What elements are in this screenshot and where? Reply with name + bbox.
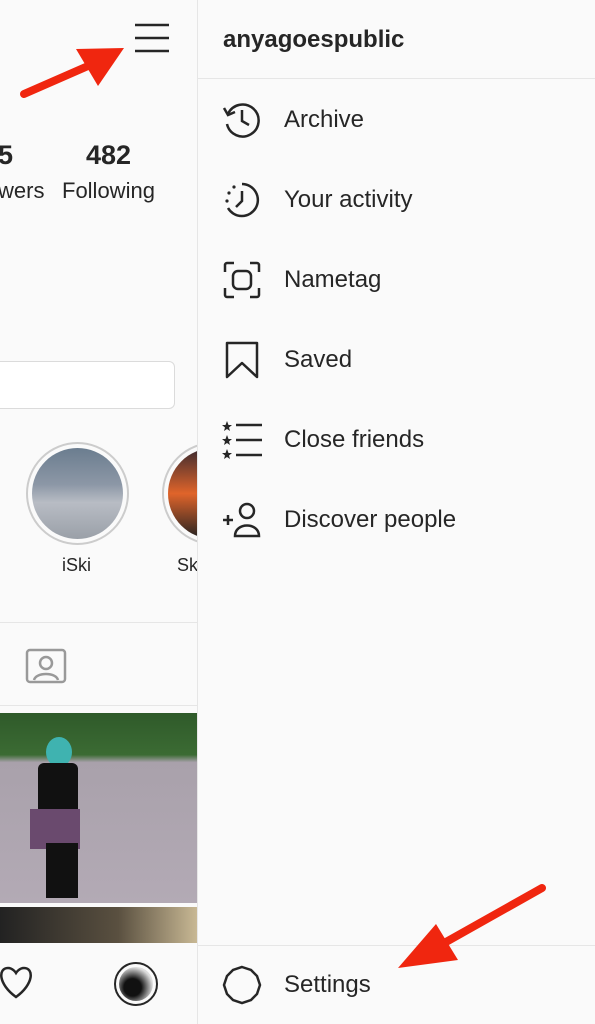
followers-count[interactable]: 5 (0, 140, 13, 171)
menu-item-label: Settings (284, 971, 371, 998)
divider (198, 78, 595, 79)
menu-item-archive[interactable]: Archive (198, 90, 595, 150)
nametag-icon (223, 261, 261, 299)
menu-item-label: Your activity (284, 186, 413, 213)
menu-item-discover-people[interactable]: Discover people (198, 490, 595, 550)
highlight-label: iSki (62, 555, 92, 575)
menu-item-close-friends[interactable]: Close friends (198, 410, 595, 470)
add-person-icon (223, 502, 261, 538)
highlight-label: Sk (177, 555, 197, 575)
followers-label[interactable]: wers (0, 178, 44, 204)
activity-icon (225, 182, 260, 218)
drawer-username: anyagoespublic (223, 26, 405, 53)
menu-item-label: Archive (284, 106, 365, 133)
highlight-sk[interactable] (162, 442, 197, 545)
archive-icon (222, 103, 260, 138)
menu-item-saved[interactable]: Saved (198, 330, 595, 390)
profile-avatar-tab[interactable] (114, 962, 158, 1006)
side-drawer-menu: anyagoespublic Archive Your activity Nam… (197, 0, 595, 1024)
highlight-iski[interactable] (26, 442, 129, 545)
heart-icon[interactable] (0, 964, 36, 1000)
menu-item-your-activity[interactable]: Your activity (198, 170, 595, 230)
menu-item-nametag[interactable]: Nametag (198, 250, 595, 310)
post-thumbnail[interactable] (0, 907, 197, 943)
annotation-arrow (20, 48, 124, 98)
menu-item-label: Saved (284, 346, 353, 373)
divider (0, 622, 197, 623)
hamburger-menu-icon[interactable] (134, 22, 170, 54)
edit-profile-button[interactable] (0, 361, 175, 409)
menu-item-label: Nametag (284, 266, 382, 293)
tagged-photos-icon[interactable] (25, 644, 67, 684)
following-count[interactable]: 482 (86, 140, 131, 171)
following-label[interactable]: Following (62, 178, 155, 204)
menu-item-label: Close friends (284, 426, 425, 453)
menu-item-label: Discover people (284, 506, 457, 533)
bookmark-icon (225, 341, 259, 379)
post-thumbnail[interactable] (0, 713, 197, 903)
close-friends-icon (222, 421, 262, 459)
divider (0, 705, 197, 706)
profile-background-panel: 5 wers 482 Following iSki Sk (0, 0, 197, 1024)
settings-gear-icon (222, 965, 262, 1005)
annotation-arrow (398, 884, 546, 968)
